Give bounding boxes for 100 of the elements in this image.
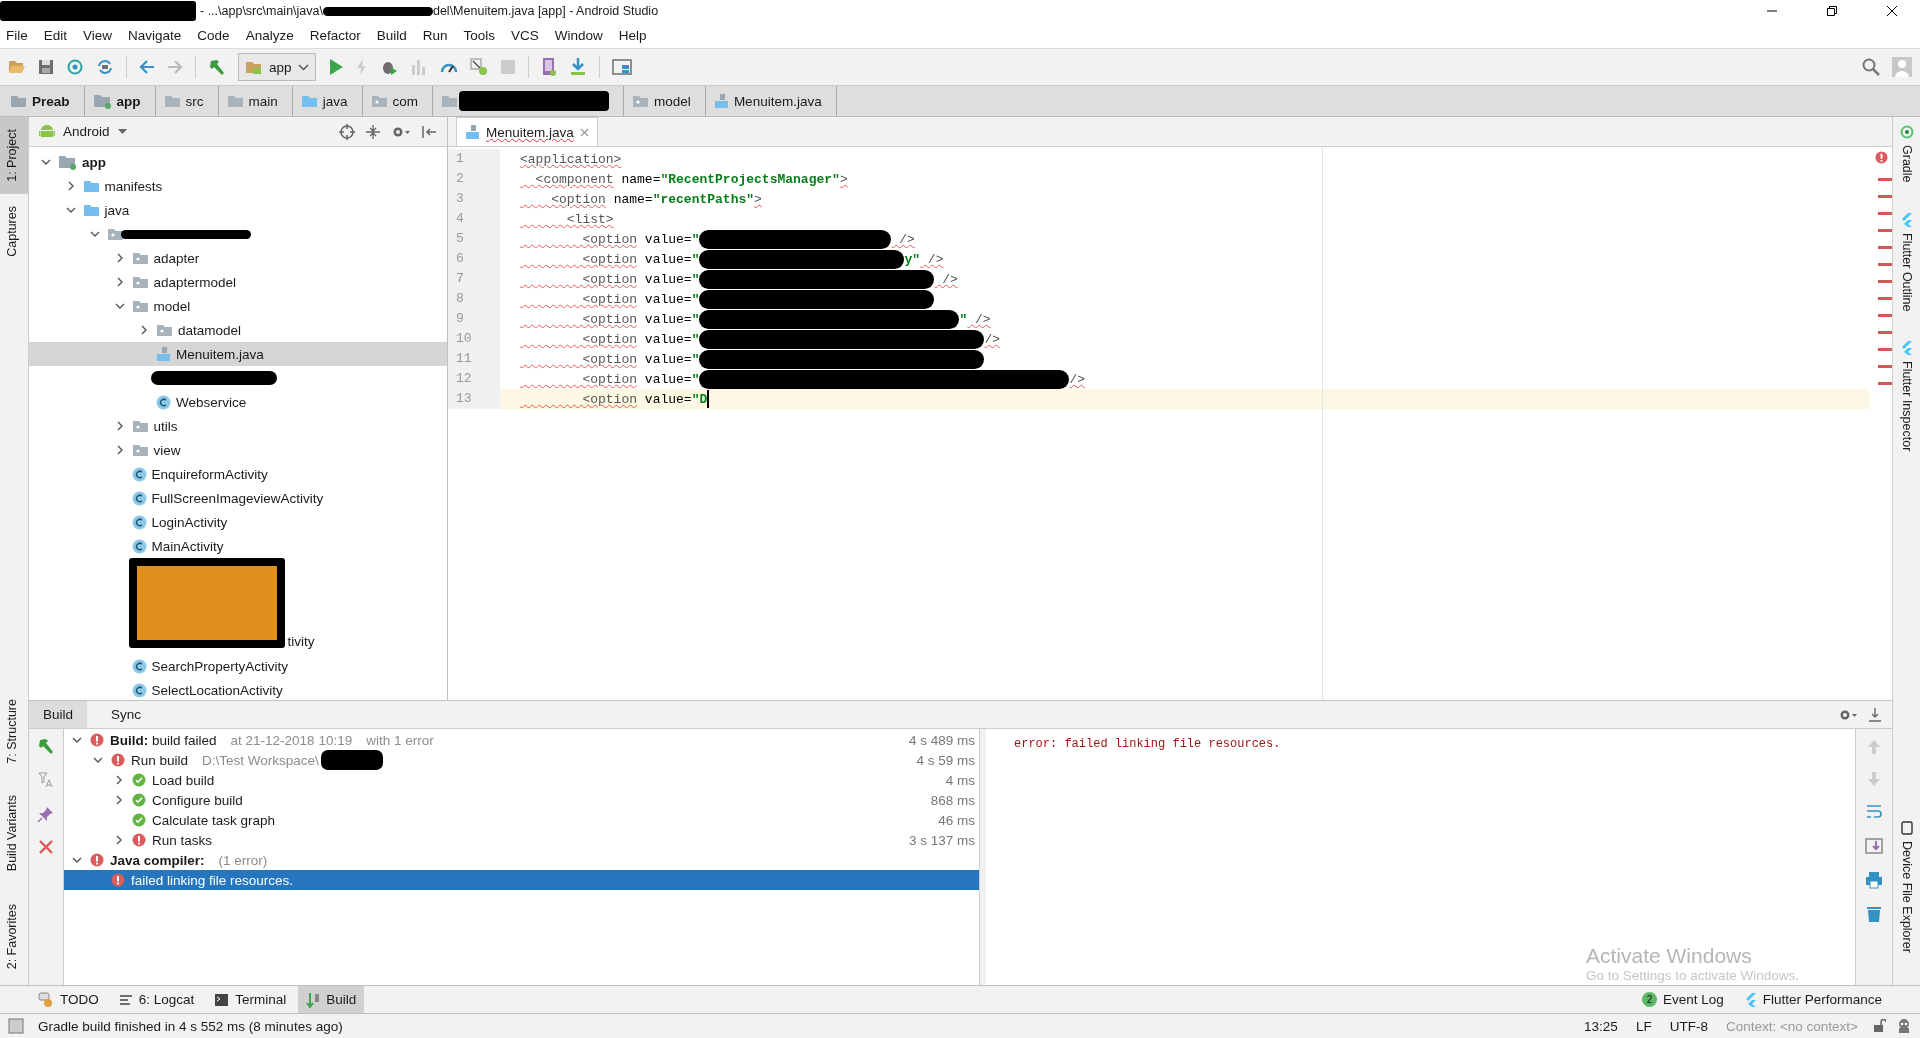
line-separator-selector[interactable]: LF <box>1631 1018 1656 1034</box>
encoding-selector[interactable]: UTF-8 <box>1665 1018 1712 1034</box>
tool-window-tab[interactable]: 2 Event Log <box>1633 986 1732 1013</box>
build-tree-item[interactable]: failed linking file resources. <box>64 870 979 890</box>
menu-item[interactable]: Refactor <box>309 27 361 43</box>
breadcrumb[interactable]: src <box>163 86 219 116</box>
tool-window-tab[interactable]: 1: Project <box>0 117 28 194</box>
build-tree-item[interactable]: Run build D:\Test Workspace\ 4 s 59 ms <box>64 750 979 770</box>
tool-window-tab[interactable]: Build <box>298 986 365 1013</box>
trash-icon[interactable] <box>1866 905 1882 923</box>
tree-item[interactable]: adaptermodel <box>29 270 447 294</box>
cursor-position[interactable]: 13:25 <box>1580 1018 1622 1034</box>
panel-toggle-icon[interactable] <box>8 1018 24 1034</box>
tree-item[interactable]: MainActivity <box>29 534 447 558</box>
breadcrumb[interactable]: java <box>300 86 363 116</box>
error-marker[interactable] <box>1878 280 1892 283</box>
error-marker[interactable] <box>1878 178 1892 181</box>
filter-icon[interactable] <box>37 771 55 789</box>
tool-window-tab[interactable]: 7: Structure <box>0 682 28 780</box>
hammer-icon[interactable] <box>208 58 226 76</box>
device-manager-icon[interactable] <box>540 57 557 77</box>
panel-tab[interactable]: Build <box>29 701 88 728</box>
menu-item[interactable]: Edit <box>43 27 68 43</box>
tree-item[interactable]: FullScreenImageviewActivity <box>29 486 447 510</box>
breadcrumb[interactable]: app <box>92 86 156 116</box>
menu-item[interactable]: View <box>83 27 113 43</box>
close-icon[interactable] <box>1886 5 1898 17</box>
error-marker[interactable] <box>1878 263 1892 266</box>
save-icon[interactable] <box>38 59 54 75</box>
soft-wrap-icon[interactable] <box>1865 803 1883 821</box>
tree-item[interactable]: SearchPropertyActivity <box>29 654 447 678</box>
project-structure-icon[interactable] <box>611 59 632 75</box>
tool-window-tab[interactable]: Terminal <box>206 986 295 1013</box>
menu-item[interactable]: Build <box>376 27 407 43</box>
error-marker[interactable] <box>1878 314 1892 317</box>
error-marker[interactable] <box>1878 365 1892 368</box>
error-marker[interactable] <box>1878 246 1892 249</box>
minimize-panel-icon[interactable] <box>1868 706 1882 723</box>
breadcrumb[interactable]: main <box>226 86 293 116</box>
inspector-icon[interactable] <box>1896 1018 1912 1034</box>
tool-window-tab[interactable]: Flutter Outline <box>1899 212 1914 312</box>
build-tree-item[interactable]: Calculate task graph 46 ms <box>64 810 979 830</box>
tree-item[interactable]: manifests <box>29 174 447 198</box>
menu-item[interactable]: File <box>6 27 28 43</box>
menu-item[interactable]: VCS <box>511 27 539 43</box>
tree-item[interactable]: Webservice <box>29 390 447 414</box>
hammer-icon[interactable] <box>37 737 55 755</box>
tree-item[interactable]: datamodel <box>29 318 447 342</box>
menu-item[interactable]: Window <box>554 27 603 43</box>
attach-debugger-icon[interactable] <box>469 58 488 76</box>
tree-item[interactable]: tivity <box>29 558 447 654</box>
tree-item[interactable]: java <box>29 198 447 222</box>
tool-window-tab[interactable]: Flutter Inspector <box>1899 341 1914 452</box>
build-tree-item[interactable]: Build: build failed at 21-12-2018 10:19 with 1 error 4 s 489 ms <box>64 730 979 750</box>
tool-window-tab[interactable]: 2: Favorites <box>0 887 28 985</box>
tree-item[interactable]: utils <box>29 414 447 438</box>
print-icon[interactable] <box>1865 871 1883 889</box>
locate-icon[interactable] <box>339 123 355 140</box>
download-icon[interactable] <box>568 57 587 77</box>
open-folder-icon[interactable] <box>8 59 26 75</box>
search-icon[interactable] <box>1862 58 1880 76</box>
build-tree-item[interactable]: Configure build 868 ms <box>64 790 979 810</box>
tree-item[interactable]: view <box>29 438 447 462</box>
error-marker[interactable] <box>1878 348 1892 351</box>
tree-item[interactable]: SelectLocationActivity <box>29 678 447 700</box>
run-configuration-dropdown[interactable]: app <box>238 53 316 81</box>
tool-window-tab[interactable]: TODO <box>30 986 107 1013</box>
tool-window-tab[interactable]: Gradle <box>1899 125 1914 183</box>
lock-icon[interactable] <box>1872 1019 1886 1033</box>
tool-window-tab[interactable]: Build Variants <box>0 779 28 888</box>
build-tree-item[interactable]: Run tasks 3 s 137 ms <box>64 830 979 850</box>
refresh-icon[interactable] <box>96 58 114 76</box>
breadcrumb[interactable] <box>441 86 625 116</box>
menu-item[interactable]: Help <box>618 27 647 43</box>
tool-window-tab[interactable]: Flutter Performance <box>1735 986 1890 1013</box>
run-icon[interactable] <box>327 58 344 76</box>
menu-item[interactable]: Code <box>197 27 230 43</box>
breadcrumb[interactable]: Preab <box>10 86 85 116</box>
back-arrow-icon[interactable] <box>139 59 155 75</box>
tree-item[interactable]: model <box>29 294 447 318</box>
tree-item[interactable]: Menuitem.java <box>29 342 447 366</box>
collapse-all-icon[interactable] <box>365 123 381 140</box>
error-marker[interactable] <box>1878 382 1892 385</box>
error-marker[interactable] <box>1878 297 1892 300</box>
project-view-dropdown[interactable]: Android <box>39 123 127 140</box>
tree-item[interactable]: adapter <box>29 246 447 270</box>
menu-item[interactable]: Tools <box>463 27 495 43</box>
breadcrumb[interactable]: com <box>370 86 434 116</box>
tool-window-tab[interactable]: Device File Explorer <box>1899 821 1914 954</box>
breadcrumb[interactable]: Menuitem.java <box>713 86 837 116</box>
scroll-to-end-icon[interactable] <box>1865 837 1883 855</box>
tool-window-tab[interactable]: Captures <box>0 193 28 269</box>
sync-icon[interactable] <box>66 58 84 76</box>
tool-window-tab[interactable]: 6: Logcat <box>110 986 203 1013</box>
error-marker[interactable] <box>1878 195 1892 198</box>
tree-item[interactable]: LoginActivity <box>29 510 447 534</box>
panel-tab[interactable]: Sync <box>97 701 156 728</box>
hide-panel-icon[interactable] <box>421 123 437 140</box>
error-marker[interactable] <box>1878 229 1892 232</box>
tree-item[interactable]: EnquireformActivity <box>29 462 447 486</box>
